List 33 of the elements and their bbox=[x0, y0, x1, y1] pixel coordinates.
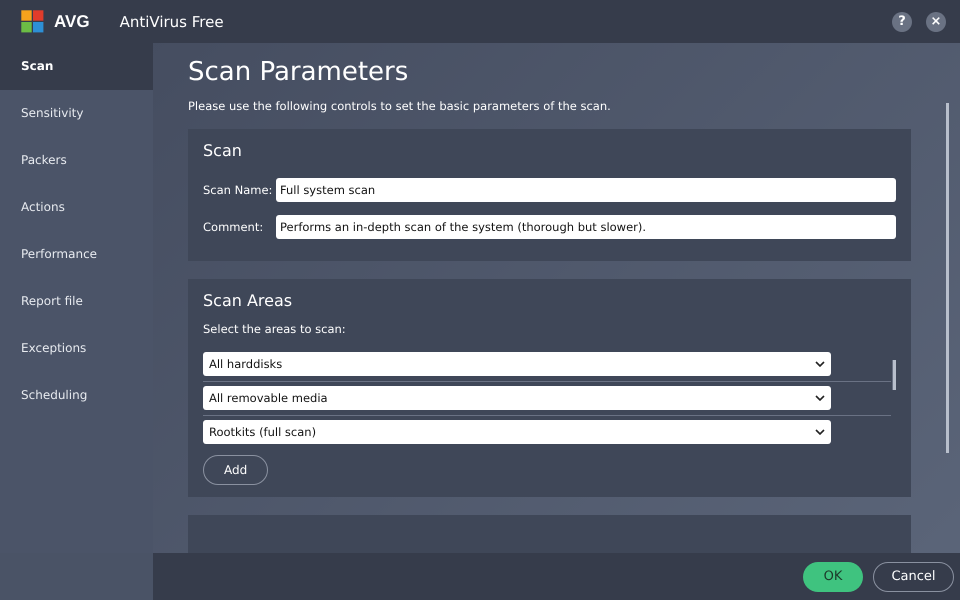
field-label: Comment: bbox=[203, 220, 264, 234]
cancel-button[interactable]: Cancel bbox=[873, 562, 954, 592]
chevron-down-icon bbox=[815, 429, 825, 435]
sidebar-item[interactable]: Sensitivity bbox=[0, 90, 153, 137]
sidebar-item[interactable]: Exceptions bbox=[0, 325, 153, 372]
page-title: Scan Parameters bbox=[188, 57, 410, 87]
scrollbar[interactable] bbox=[892, 360, 896, 390]
input-field[interactable]: Performs an in-depth scan of the system (thorough but slower). bbox=[276, 215, 896, 239]
ok-button[interactable]: OK bbox=[803, 562, 863, 592]
logo-icon bbox=[20, 8, 46, 34]
help-button[interactable]: ? bbox=[892, 12, 912, 32]
add-button[interactable]: Add bbox=[203, 455, 268, 485]
section-title: Scan bbox=[203, 141, 243, 160]
brand-name: AVG bbox=[54, 12, 90, 32]
field-label: Scan Name: bbox=[203, 183, 274, 197]
section-title: Scan Areas bbox=[203, 291, 294, 310]
close-button[interactable]: × bbox=[926, 12, 946, 32]
sidebar-item[interactable]: Performance bbox=[0, 231, 153, 278]
chevron-down-icon bbox=[815, 395, 825, 401]
scrollbar[interactable] bbox=[946, 103, 949, 453]
areas-prompt: Select the areas to scan: bbox=[203, 322, 347, 336]
area-dropdown[interactable]: Rootkits (full scan) bbox=[203, 420, 831, 444]
chevron-down-icon bbox=[815, 361, 825, 367]
window-title: AntiVirus Free bbox=[120, 12, 224, 30]
area-dropdown[interactable]: All harddisks bbox=[203, 352, 831, 376]
sidebar-item[interactable]: Scheduling bbox=[0, 372, 153, 419]
sidebar-item[interactable]: Packers bbox=[0, 137, 153, 184]
sidebar-item[interactable]: Actions bbox=[0, 184, 153, 231]
page-description: Please use the following controls to set the basic parameters of the scan. bbox=[188, 99, 612, 113]
sidebar-item[interactable]: Report file bbox=[0, 278, 153, 325]
sidebar-item[interactable]: Scan bbox=[0, 43, 153, 90]
area-dropdown[interactable]: All removable media bbox=[203, 386, 831, 410]
input-field[interactable]: Full system scan bbox=[276, 178, 896, 202]
